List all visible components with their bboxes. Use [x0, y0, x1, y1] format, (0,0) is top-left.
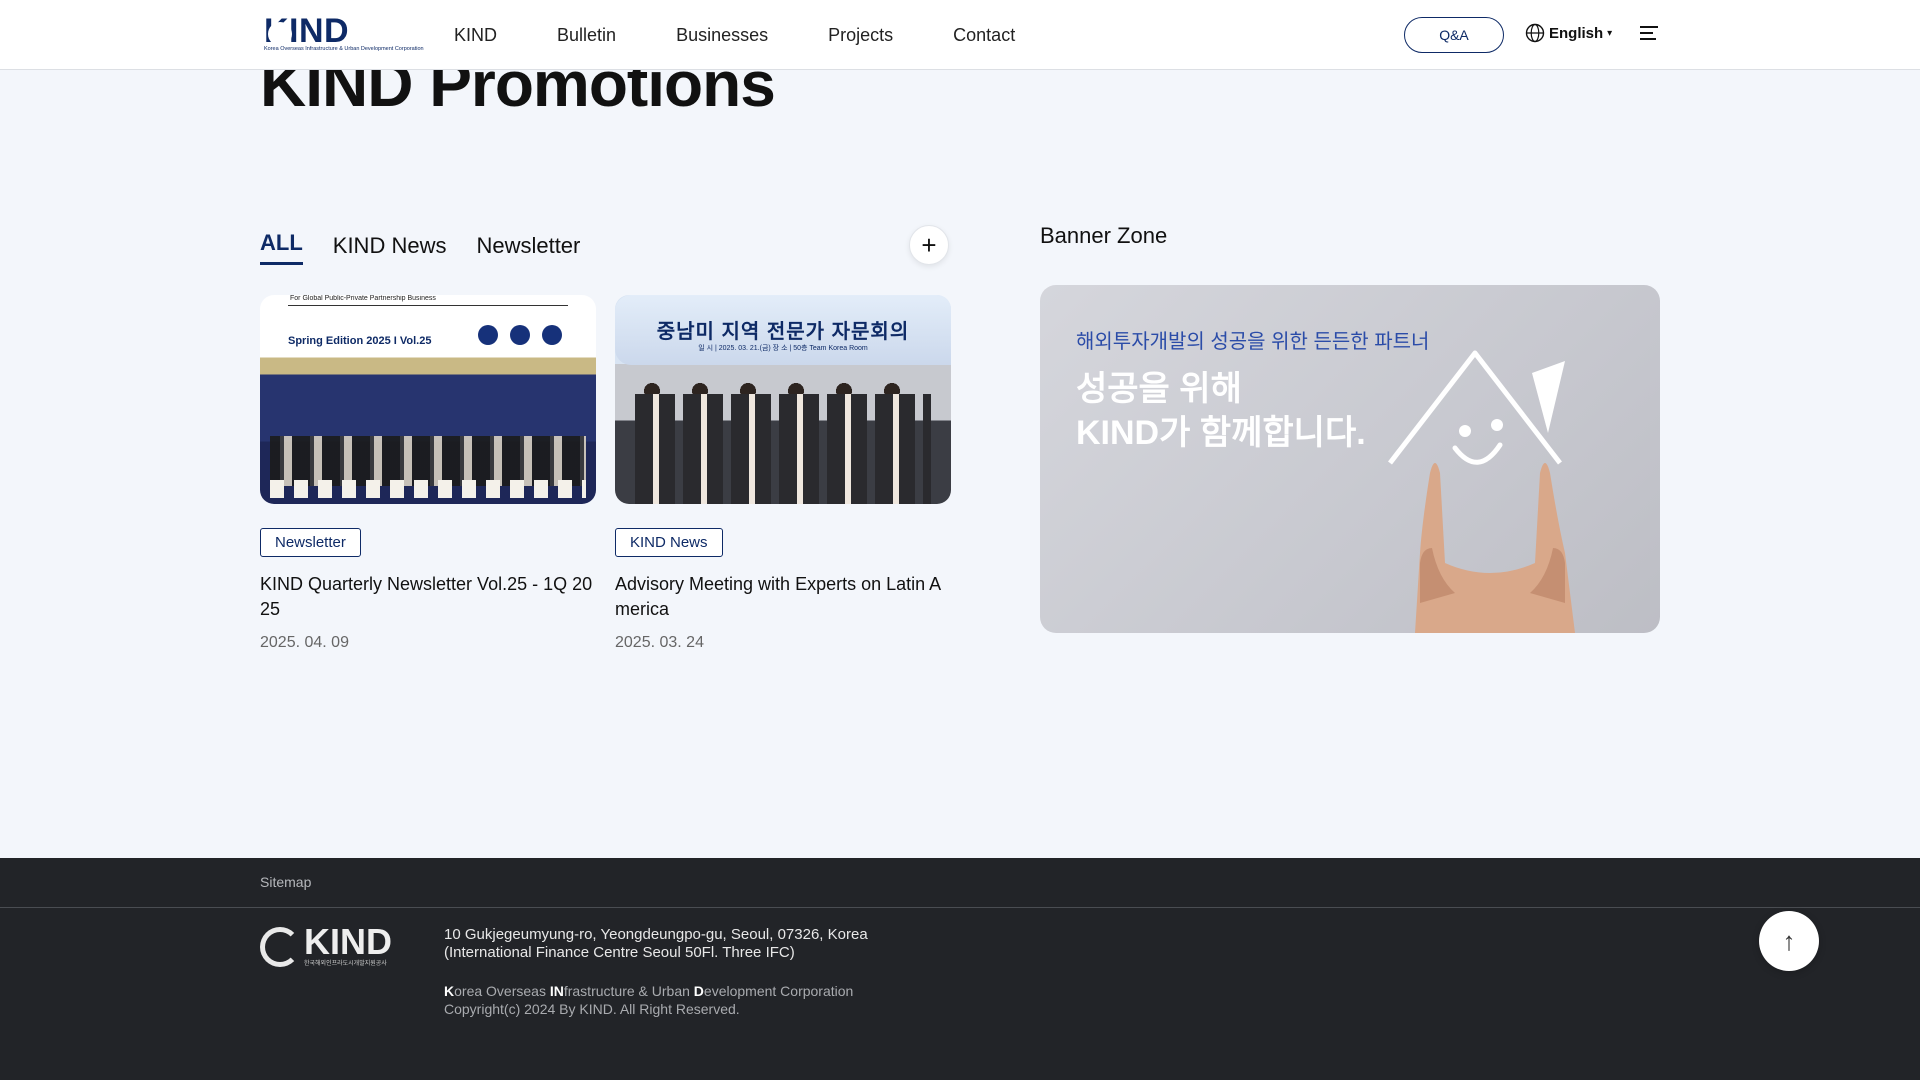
promotion-tabs: ALL KIND News Newsletter	[260, 230, 610, 265]
main-nav: KIND Bulletin Businesses Projects Contac…	[454, 0, 1075, 70]
footer-logo-text: KIND	[304, 921, 392, 962]
banner-main-text: 성공을 위해 KIND가 함께합니다.	[1076, 370, 1366, 452]
corp-text-1: orea Overseas	[454, 983, 550, 999]
language-selector[interactable]: English ▾	[1525, 23, 1612, 43]
card-title[interactable]: Advisory Meeting with Experts on Latin A…	[615, 572, 951, 622]
meeting-thumbnail[interactable]: 중남미 지역 전문가 자문회의 일 시 | 2025. 03. 21.(금) 장…	[615, 295, 951, 504]
corp-initial-d: D	[693, 983, 704, 999]
promo-banner[interactable]: 해외투자개발의 성공을 위한 든든한 파트너 성공을 위해 KIND가 함께합니…	[1040, 285, 1660, 633]
corp-initial-k: K	[444, 983, 455, 999]
photo-documents	[270, 480, 586, 498]
house-hands-illustration	[1388, 350, 1575, 633]
category-icons	[478, 325, 574, 345]
photo-people	[270, 436, 586, 486]
promotion-card[interactable]: 중남미 지역 전문가 자문회의 일 시 | 2025. 03. 21.(금) 장…	[615, 295, 951, 652]
language-label: English	[1549, 24, 1604, 42]
corporation-name: Korea Overseas INfrastructure & Urban De…	[444, 982, 868, 1000]
footer-logo-subtext: 한국해외인프라도시개발지원공사	[304, 961, 387, 967]
qa-button[interactable]: Q&A	[1404, 17, 1504, 53]
more-plus-button[interactable]: +	[909, 225, 949, 265]
nav-bulletin[interactable]: Bulletin	[557, 25, 616, 46]
globe-logo-icon	[260, 926, 300, 967]
event-banner-title: 중남미 지역 전문가 자문회의	[656, 321, 910, 343]
footer-logo: KIND 한국해외인프라도시개발지원공사	[260, 921, 392, 967]
category-badge: KIND News	[615, 528, 723, 557]
address-line-2: (International Finance Centre Seoul 50Fl…	[444, 944, 795, 961]
nav-kind[interactable]: KIND	[454, 25, 497, 46]
logo-subtext: Korea Overseas Infrastructure & Urban De…	[264, 46, 424, 52]
site-footer: KIND 한국해외인프라도시개발지원공사 10 Gukjegeumyung-ro…	[0, 908, 1920, 1080]
site-header: KIND Korea Overseas Infrastructure & Urb…	[0, 0, 1920, 70]
corp-text-2: frastructure & Urban	[563, 983, 694, 999]
banner-zone-heading: Banner Zone	[1040, 223, 1168, 248]
card-title[interactable]: KIND Quarterly Newsletter Vol.25 - 1Q 20…	[260, 572, 596, 622]
corp-text-3: evelopment Corporation	[703, 983, 854, 999]
address-line-1: 10 Gukjegeumyung-ro, Yeongdeungpo-gu, Se…	[444, 926, 868, 943]
corp-initial-in: IN	[549, 983, 564, 999]
promotion-card[interactable]: For Global Public-Private Partnership Bu…	[260, 295, 596, 652]
category-badge: Newsletter	[260, 528, 361, 557]
thumb-top-text: For Global Public-Private Partnership Bu…	[290, 295, 436, 302]
copyright: Copyright(c) 2024 By KIND. All Right Res…	[444, 1001, 740, 1017]
caret-down-icon: ▾	[1607, 27, 1613, 39]
nav-projects[interactable]: Projects	[828, 25, 893, 46]
newsletter-thumbnail[interactable]: For Global Public-Private Partnership Bu…	[260, 295, 596, 504]
photo-people	[635, 394, 931, 504]
hamburger-menu-icon[interactable]	[1640, 26, 1658, 42]
globe-icon	[1525, 23, 1545, 43]
card-date: 2025. 03. 24	[615, 634, 704, 651]
tab-newsletter[interactable]: Newsletter	[476, 233, 580, 265]
footer-info: 10 Gukjegeumyung-ro, Yeongdeungpo-gu, Se…	[444, 926, 868, 1018]
nav-contact[interactable]: Contact	[953, 25, 1015, 46]
tab-kind-news[interactable]: KIND News	[333, 233, 447, 265]
sitemap-link[interactable]: Sitemap	[260, 874, 311, 890]
tab-all[interactable]: ALL	[260, 230, 303, 265]
event-banner-subtext: 일 시 | 2025. 03. 21.(금) 장 소 | 50층 Team Ko…	[698, 345, 868, 352]
edition-text: Spring Edition 2025 I Vol.25	[288, 335, 432, 347]
scroll-to-top-button[interactable]: ↑	[1759, 911, 1819, 971]
kind-logo[interactable]: KIND Korea Overseas Infrastructure & Urb…	[260, 12, 424, 56]
divider	[288, 305, 568, 306]
footer-sitemap-bar: Sitemap	[0, 858, 1920, 908]
nav-businesses[interactable]: Businesses	[676, 25, 768, 46]
card-date: 2025. 04. 09	[260, 634, 349, 651]
